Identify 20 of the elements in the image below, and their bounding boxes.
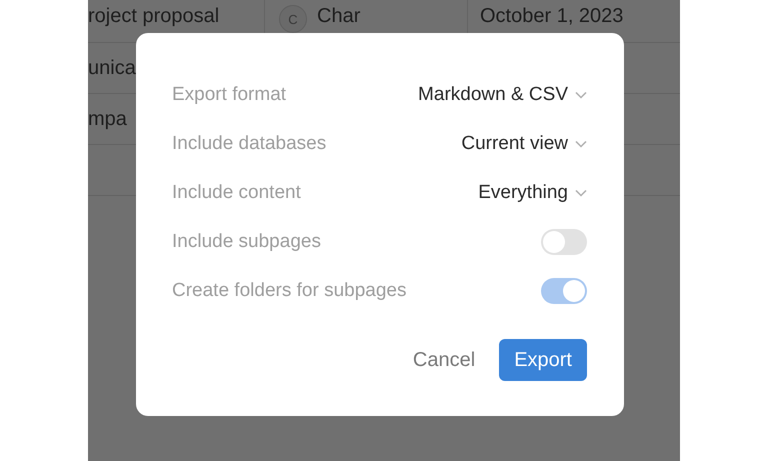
table-cell: unica [88,56,136,80]
dropdown-value[interactable]: Markdown & CSV [418,84,568,106]
table-cell: mpa [88,108,127,130]
setting-label: Export format [172,84,286,106]
setting-label: Include content [172,182,301,204]
dropdown-value[interactable]: Everything [478,182,568,204]
table-cell: October 1, 2023 [480,5,624,28]
setting-label: Include databases [172,132,326,154]
table-cell: Char [317,5,360,28]
toggle-switch[interactable] [541,228,587,254]
export-button[interactable]: Export [499,339,587,381]
toggle-switch[interactable] [541,278,587,304]
dropdown-value[interactable]: Current view [461,132,568,154]
chevron-down-icon[interactable] [575,140,587,148]
setting-label: Create folders for subpages [172,280,406,302]
table-cell: roject proposal [88,5,220,28]
cancel-button[interactable]: Cancel [412,348,476,372]
chevron-down-icon[interactable] [575,188,587,196]
chevron-down-icon[interactable] [575,90,587,98]
setting-label: Include subpages [172,230,321,252]
